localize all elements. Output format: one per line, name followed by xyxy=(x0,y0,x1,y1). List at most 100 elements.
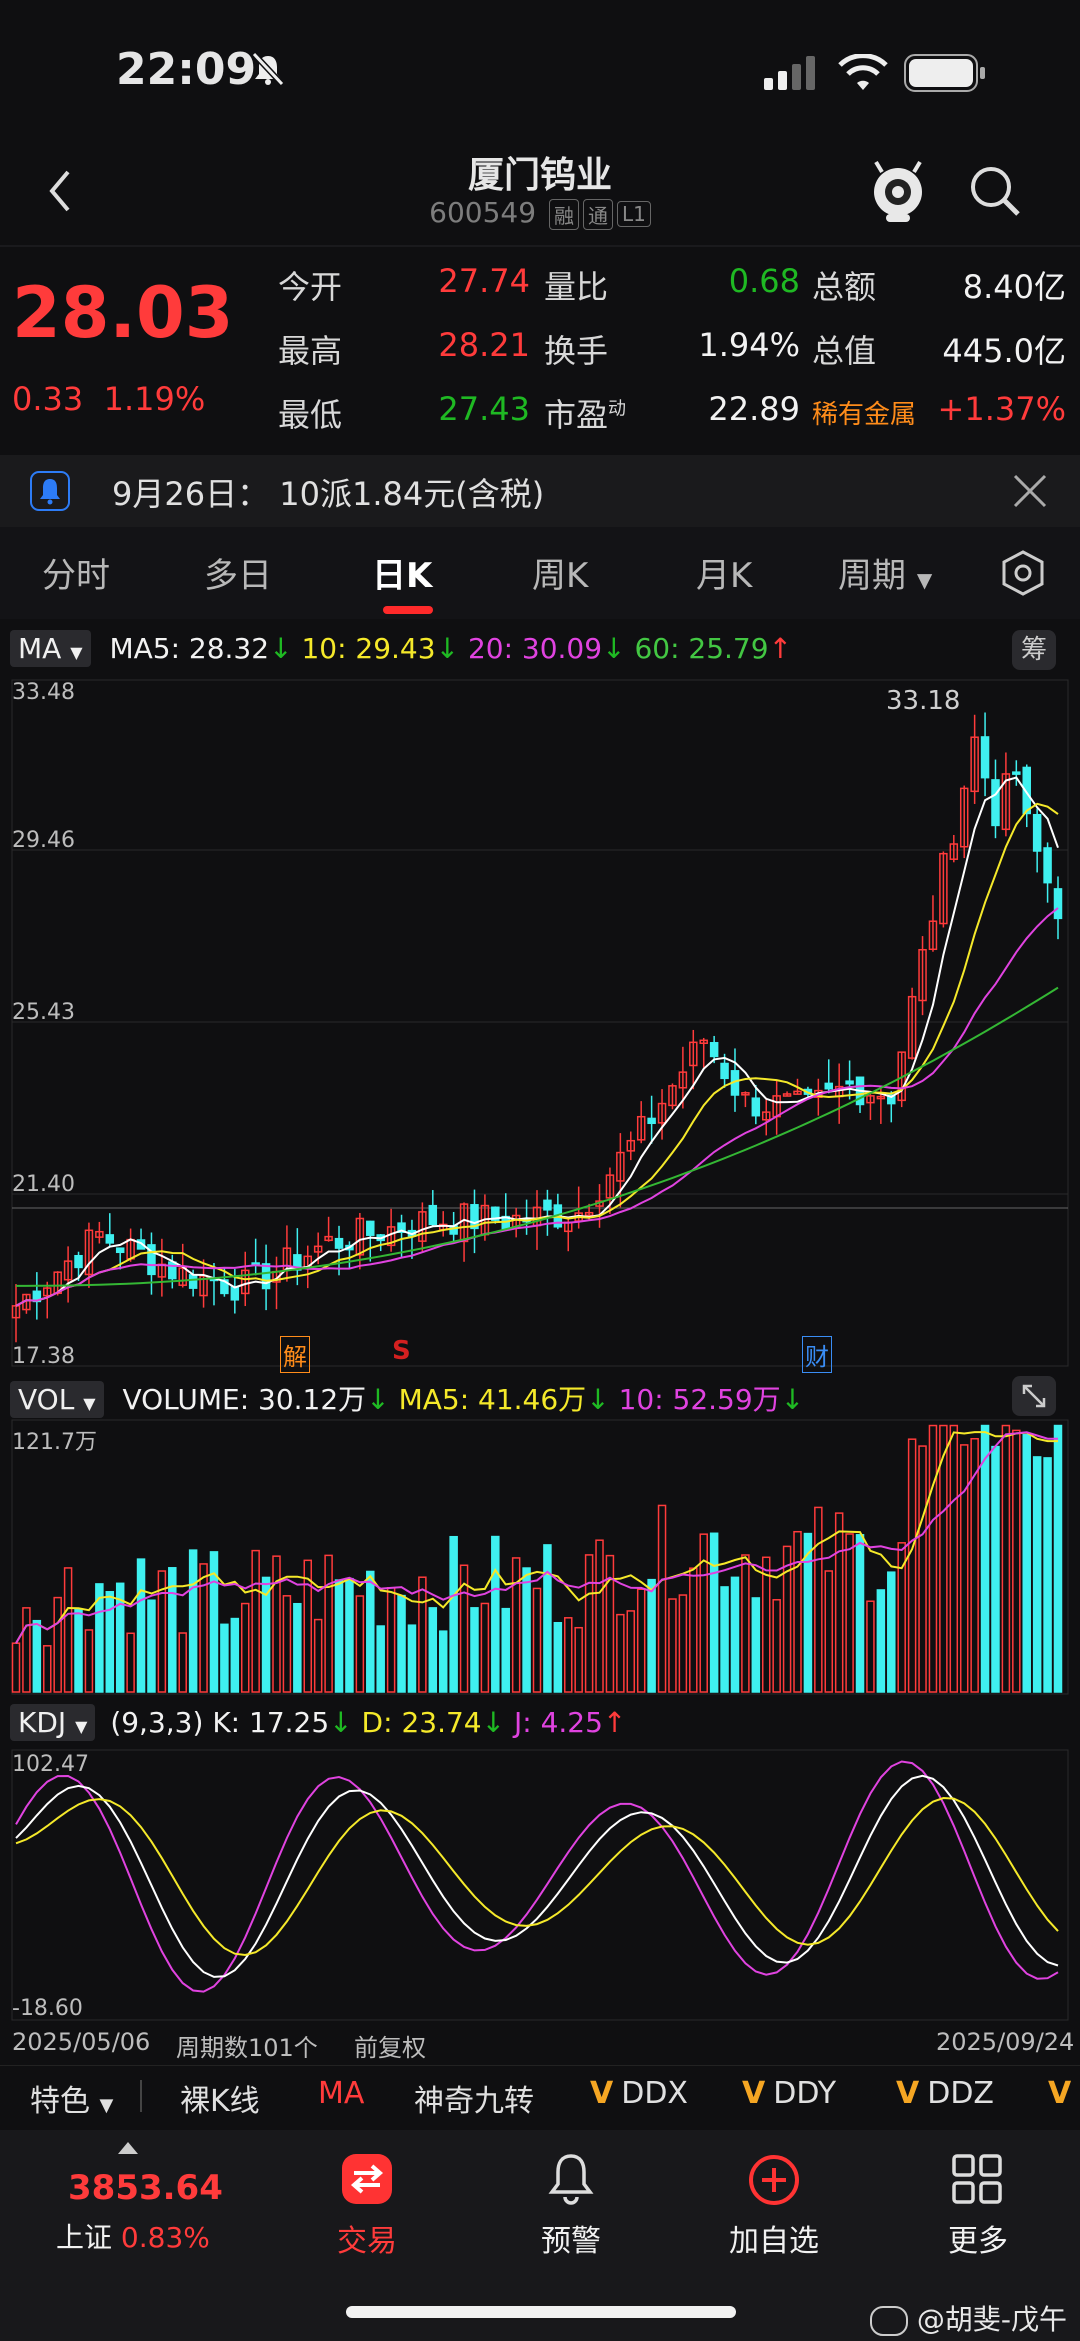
nav-alert[interactable]: 预警 xyxy=(501,2216,641,2260)
quote-label: 总额 xyxy=(812,268,877,306)
kdj-d-down-arrow: ↓ xyxy=(481,1706,506,1739)
volume-bar xyxy=(574,1626,583,1693)
volume-bar xyxy=(293,1602,302,1693)
candle-body xyxy=(991,779,1000,827)
tab-monthly-k[interactable]: 月K xyxy=(696,548,752,597)
weibo-logo-icon xyxy=(870,2306,908,2336)
toolbar-ddx[interactable]: V DDX xyxy=(590,2076,688,2111)
vip-icon: V xyxy=(896,2076,920,2111)
quote-label[interactable]: 稀有金属 xyxy=(812,394,916,431)
candle-body xyxy=(1043,847,1052,884)
earnings-marker[interactable]: 财 xyxy=(802,1336,832,1373)
volume-bar xyxy=(814,1506,823,1693)
volume-bar xyxy=(74,1608,83,1693)
unlock-marker[interactable]: 解 xyxy=(280,1336,310,1373)
nav-more[interactable]: 更多 xyxy=(908,2216,1048,2260)
volume-bar xyxy=(959,1444,969,1693)
volume-bar xyxy=(887,1571,896,1693)
index-value[interactable]: 3853.64 xyxy=(68,2168,223,2208)
candle-body xyxy=(334,1237,344,1249)
ma-indicator-selector[interactable]: MA ▼ xyxy=(10,630,91,667)
close-icon[interactable] xyxy=(1012,473,1048,509)
volume-bar xyxy=(199,1563,208,1693)
vip-icon: V xyxy=(742,2076,766,2111)
volume-legend: VOL ▼ VOLUME: 30.12万↓ MA5: 41.46万↓ 10: 5… xyxy=(10,1378,804,1418)
stock-name: 厦门钨业 xyxy=(467,155,612,196)
tab-intraday[interactable]: 分时 xyxy=(42,548,110,597)
volume-value: VOLUME: 30.12万 xyxy=(122,1383,367,1416)
more-grid-icon[interactable] xyxy=(952,2154,1002,2204)
tab-daily-k[interactable]: 日K xyxy=(372,548,432,597)
volume-bar xyxy=(751,1597,761,1693)
home-indicator[interactable] xyxy=(346,2306,736,2318)
stock-chart[interactable] xyxy=(0,675,1080,2045)
toolbar-ddy[interactable]: V DDY xyxy=(742,2076,836,2111)
vol-ma5-down-arrow: ↓ xyxy=(586,1383,610,1416)
candle-body xyxy=(720,1062,729,1080)
volume-bar xyxy=(32,1619,42,1693)
kdj-k-down-arrow: ↓ xyxy=(329,1706,353,1739)
peak-price-label: 33.18 xyxy=(886,686,961,716)
settings-hexagon-icon[interactable] xyxy=(1000,550,1046,596)
chip-distribution-button[interactable]: 筹 xyxy=(1012,630,1056,670)
period-label: 周期 xyxy=(838,556,906,596)
candle-body xyxy=(168,1261,177,1280)
volume-bar xyxy=(188,1549,198,1693)
dividend-notice[interactable]: 9月26日： 10派1.84元(含税) xyxy=(0,455,1080,527)
quote-value: 28.21 xyxy=(438,326,530,364)
toolbar-featured[interactable]: 特色 ▼ xyxy=(30,2076,113,2120)
index-row[interactable]: 上证 0.83% xyxy=(56,2216,210,2256)
candle-body xyxy=(366,1220,375,1236)
volume-bar xyxy=(647,1578,656,1693)
toolbar-ddz[interactable]: V DDZ xyxy=(896,2076,994,2111)
toolbar-ma[interactable]: MA xyxy=(318,2076,364,2111)
quote-value: 445.0亿 xyxy=(942,332,1066,370)
ma5-down-arrow: ↓ xyxy=(269,632,293,665)
volume-bar xyxy=(428,1607,438,1693)
volume-bar xyxy=(376,1625,385,1693)
expand-chart-icon[interactable] xyxy=(1012,1376,1056,1416)
volume-bar xyxy=(136,1558,146,1693)
nav-trade[interactable]: 交易 xyxy=(297,2216,437,2260)
toolbar-ddz-label: DDZ xyxy=(927,2076,994,2111)
volume-bar xyxy=(605,1554,615,1693)
quote-label: 换手 xyxy=(544,332,609,370)
volume-bar xyxy=(1053,1424,1063,1693)
kdj-j-up-arrow: ↑ xyxy=(602,1706,627,1739)
price-axis-4: 21.40 xyxy=(12,1172,75,1197)
watermark-text: @胡斐-戊午 xyxy=(916,2303,1068,2336)
volume-bar xyxy=(355,1595,365,1693)
volume-bar xyxy=(657,1504,667,1693)
volume-bar xyxy=(63,1567,73,1693)
toolbar-divider xyxy=(140,2080,142,2112)
volume-bar xyxy=(532,1587,542,1693)
kdj-axis-min: -18.60 xyxy=(12,1996,83,2021)
trade-icon[interactable] xyxy=(342,2154,392,2204)
ma60-up-arrow: ↑ xyxy=(768,632,793,665)
alert-bell-icon[interactable] xyxy=(546,2152,596,2206)
volume-bar xyxy=(43,1645,52,1693)
volume-bar xyxy=(876,1589,886,1693)
tab-weekly-k[interactable]: 周K xyxy=(532,548,588,597)
quote-label: 今开 xyxy=(278,268,343,306)
tab-multiday[interactable]: 多日 xyxy=(204,548,272,597)
sell-signal-marker[interactable]: S xyxy=(392,1336,411,1366)
quote-value: 1.94% xyxy=(698,326,800,364)
cellular-signal-icon xyxy=(764,56,815,90)
volume-bar xyxy=(272,1555,281,1693)
kdj-k-value: K: 17.25 xyxy=(212,1706,330,1739)
add-watchlist-icon[interactable] xyxy=(748,2154,800,2206)
tab-period-dropdown[interactable]: 周期 ▼ xyxy=(838,548,932,597)
nav-add-watchlist[interactable]: 加自选 xyxy=(704,2216,844,2260)
toolbar-naked-k[interactable]: 裸K线 xyxy=(180,2076,260,2120)
kdj-indicator-selector[interactable]: KDJ ▼ xyxy=(10,1704,96,1741)
toolbar-magic-nine[interactable]: 神奇九转 xyxy=(414,2076,534,2120)
volume-bar xyxy=(553,1621,563,1693)
vol-indicator-selector[interactable]: VOL ▼ xyxy=(10,1381,104,1418)
vol-selector-label: VOL xyxy=(18,1383,75,1416)
toolbar-more-vip[interactable]: V xyxy=(1048,2076,1079,2111)
volume-bar xyxy=(397,1594,406,1693)
volume-bar xyxy=(741,1554,750,1693)
period-count: 周期数101个 xyxy=(176,2034,318,2062)
price-adjustment[interactable]: 前复权 xyxy=(354,2028,426,2063)
